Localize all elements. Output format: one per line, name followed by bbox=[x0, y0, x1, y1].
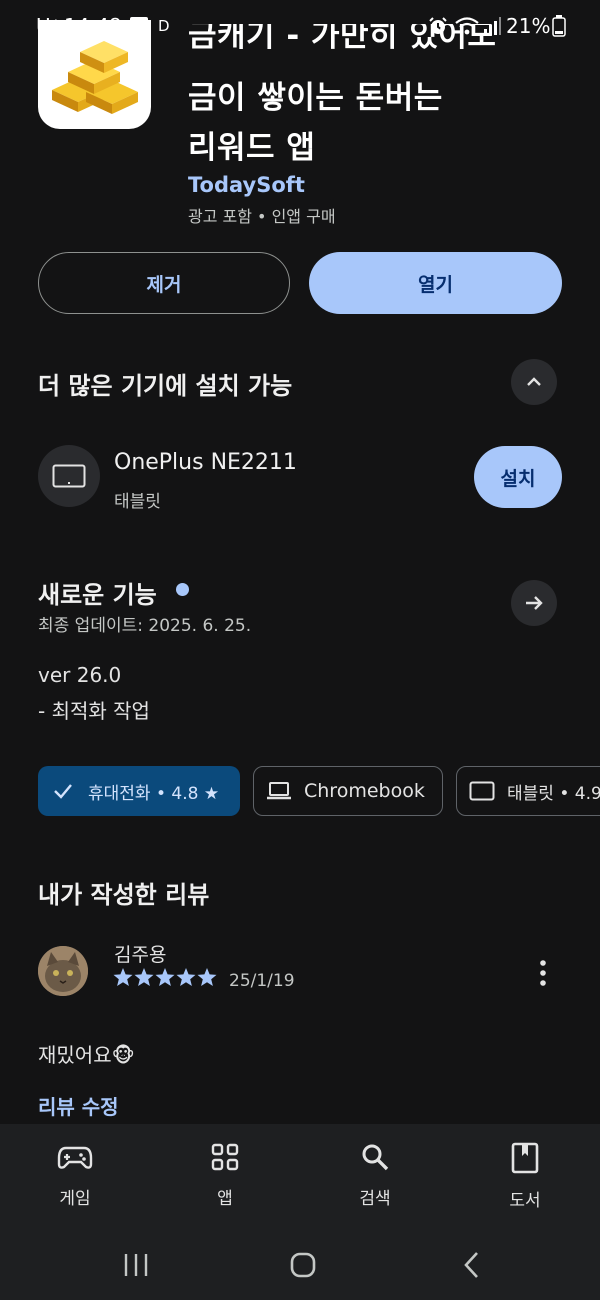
review-date: 25/1/19 bbox=[229, 971, 295, 991]
chip-tablet[interactable]: 태블릿 • 4.9 bbox=[456, 766, 600, 816]
avatar bbox=[38, 946, 88, 996]
app-title-line2: 금이 쌓이는 돈버는 bbox=[188, 80, 443, 116]
app-meta: 광고 포함 • 인앱 구매 bbox=[188, 207, 336, 226]
cat-avatar-icon bbox=[38, 946, 88, 996]
chevron-up-icon bbox=[527, 377, 541, 386]
developer-link[interactable]: TodaySoft bbox=[188, 173, 305, 197]
nav-books[interactable]: 도서 bbox=[465, 1142, 585, 1211]
nav-books-label: 도서 bbox=[509, 1191, 541, 1211]
device-type: 태블릿 bbox=[114, 492, 161, 512]
chip-chromebook[interactable]: Chromebook bbox=[253, 766, 443, 816]
devices-section-title: 더 많은 기기에 설치 가능 bbox=[38, 372, 293, 400]
open-button[interactable]: 열기 bbox=[309, 252, 562, 314]
status-extra: D bbox=[158, 17, 170, 35]
bottom-nav: 게임 앱 검색 도서 bbox=[0, 1124, 600, 1234]
arrow-right-icon bbox=[526, 596, 543, 610]
nav-apps[interactable]: 앱 bbox=[165, 1142, 285, 1209]
release-notes: - 최적화 작업 bbox=[38, 699, 150, 723]
laptop-icon bbox=[267, 782, 291, 800]
more-options-icon[interactable] bbox=[528, 958, 558, 988]
chip-phone-label: 휴대전화 • 4.8 ★ bbox=[88, 783, 220, 804]
star-rating-icon bbox=[113, 968, 217, 986]
check-icon bbox=[54, 784, 72, 799]
search-icon bbox=[362, 1144, 389, 1171]
chip-chromebook-label: Chromebook bbox=[304, 780, 425, 802]
tablet-device-icon bbox=[38, 445, 100, 507]
app-title-line3: 리워드 앱 bbox=[188, 130, 316, 166]
review-stars bbox=[113, 967, 219, 993]
apps-grid-icon bbox=[211, 1143, 239, 1171]
nav-games-label: 게임 bbox=[59, 1189, 91, 1209]
app-icon bbox=[38, 20, 151, 129]
version-text: ver 26.0 bbox=[38, 663, 122, 687]
nav-search[interactable]: 검색 bbox=[315, 1142, 435, 1209]
last-updated: 최종 업데이트: 2025. 6. 25. bbox=[38, 616, 252, 636]
my-review-title: 내가 작성한 리뷰 bbox=[38, 881, 210, 909]
edit-review-link[interactable]: 리뷰 수정 bbox=[38, 1091, 119, 1120]
whats-new-more-button[interactable] bbox=[511, 580, 557, 626]
whats-new-title: 새로운 기능 bbox=[38, 581, 157, 609]
home-icon[interactable] bbox=[290, 1252, 316, 1282]
device-name: OnePlus NE2211 bbox=[114, 450, 297, 475]
system-nav-bar bbox=[0, 1234, 600, 1300]
nav-search-label: 검색 bbox=[359, 1189, 391, 1209]
install-button[interactable]: 설치 bbox=[474, 446, 562, 508]
gamepad-icon bbox=[57, 1146, 93, 1169]
collapse-button[interactable] bbox=[511, 359, 557, 405]
chip-tablet-label: 태블릿 • 4.9 bbox=[507, 783, 600, 804]
review-author: 김주용 bbox=[114, 944, 167, 966]
back-icon[interactable] bbox=[462, 1251, 482, 1283]
uninstall-button[interactable]: 제거 bbox=[38, 252, 290, 314]
nav-apps-label: 앱 bbox=[217, 1189, 233, 1209]
book-icon bbox=[511, 1142, 539, 1174]
gold-bars-icon bbox=[52, 41, 138, 114]
app-title-line1: 금캐기 - 가만히 있어도 bbox=[188, 24, 497, 54]
review-text: 재밌어요🐵 bbox=[38, 1043, 135, 1067]
new-indicator-dot bbox=[176, 583, 189, 596]
chip-phone[interactable]: 휴대전화 • 4.8 ★ bbox=[38, 766, 240, 816]
recent-apps-icon[interactable] bbox=[122, 1252, 150, 1282]
tablet-icon bbox=[469, 781, 495, 801]
nav-games[interactable]: 게임 bbox=[15, 1142, 135, 1209]
